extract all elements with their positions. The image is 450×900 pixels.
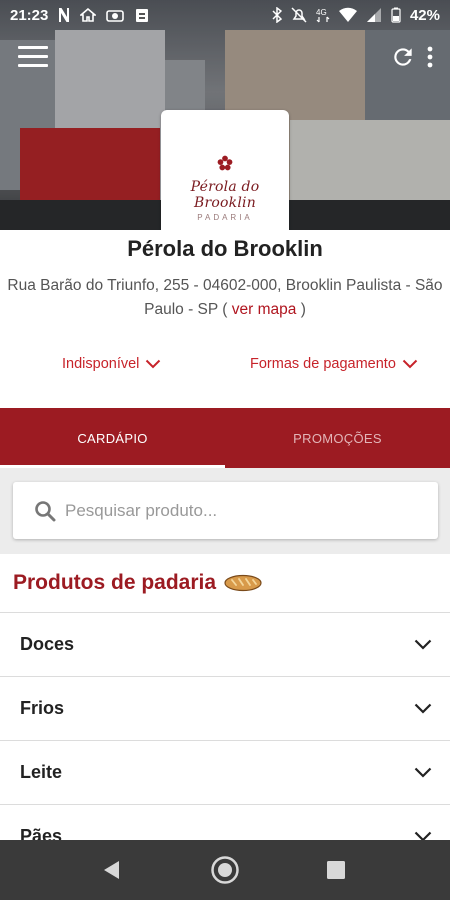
chevron-down-icon	[414, 703, 432, 714]
section-title: Produtos de padaria	[13, 571, 217, 594]
status-time: 21:23	[10, 6, 49, 24]
flower-logo-icon	[217, 155, 233, 171]
refresh-button[interactable]	[390, 44, 416, 70]
payment-methods-dropdown[interactable]: Formas de pagamento	[250, 356, 418, 372]
store-name: Pérola do Brooklin	[127, 236, 323, 261]
recents-icon[interactable]	[327, 861, 345, 879]
chevron-down-icon	[402, 359, 418, 369]
store-logo: Pérola do Brooklin PADARIA	[161, 110, 289, 230]
store-address-close: )	[300, 301, 306, 318]
menu-button[interactable]	[18, 46, 48, 70]
more-options-button[interactable]	[424, 44, 436, 70]
payment-methods-label: Formas de pagamento	[250, 356, 396, 372]
category-list: Doces Frios Leite Pães	[0, 612, 450, 868]
availability-label: Indisponível	[62, 356, 140, 372]
bluetooth-icon	[272, 7, 282, 23]
data-4g-icon: 4G	[316, 8, 330, 23]
store-header-banner: Pérola do Brooklin PADARIA	[0, 0, 450, 230]
category-label: Leite	[20, 762, 63, 782]
battery-icon	[391, 7, 401, 23]
section-header: Produtos de padaria	[0, 554, 450, 612]
signal-icon	[366, 8, 381, 22]
search-icon	[35, 500, 56, 521]
logo-text: Pérola do Brooklin	[190, 179, 260, 211]
wifi-icon	[338, 7, 357, 23]
category-label: Frios	[20, 698, 65, 718]
bread-icon	[224, 574, 262, 592]
clipboard-icon	[136, 9, 149, 22]
chevron-down-icon	[414, 639, 432, 650]
store-info: Pérola do Brooklin Rua Barão do Triunfo,…	[0, 230, 450, 408]
camera-icon	[106, 10, 125, 22]
search-area	[0, 468, 450, 554]
more-vertical-icon	[427, 46, 433, 68]
availability-dropdown[interactable]: Indisponível	[62, 356, 161, 372]
category-item-doces[interactable]: Doces	[0, 612, 450, 676]
home-icon	[80, 7, 97, 22]
search-box[interactable]	[13, 482, 438, 539]
store-address: Rua Barão do Triunfo, 255 - 04602-000, B…	[0, 274, 450, 322]
tab-bar: CARDÁPIO PROMOÇÕES	[0, 408, 450, 468]
category-item-leite[interactable]: Leite	[0, 740, 450, 804]
battery-percent: 42%	[409, 6, 440, 24]
chevron-down-icon	[414, 767, 432, 778]
tab-cardapio[interactable]: CARDÁPIO	[0, 408, 225, 468]
logo-subtext: PADARIA	[197, 213, 253, 222]
category-label: Doces	[20, 634, 75, 654]
n-icon	[59, 8, 70, 22]
status-bar: 21:23 4G 42%	[0, 0, 450, 30]
android-navigation-bar	[0, 840, 450, 900]
view-map-link[interactable]: ver mapa	[232, 301, 297, 318]
chevron-down-icon	[146, 359, 161, 369]
category-item-frios[interactable]: Frios	[0, 676, 450, 740]
refresh-icon	[394, 48, 412, 66]
tab-promocoes[interactable]: PROMOÇÕES	[225, 408, 450, 468]
back-icon[interactable]	[102, 860, 122, 880]
home-button-icon[interactable]	[210, 855, 240, 885]
mute-icon	[291, 7, 307, 23]
store-address-text: Rua Barão do Triunfo, 255 - 04602-000, B…	[7, 277, 443, 318]
svg-text:4G: 4G	[316, 8, 327, 17]
search-input[interactable]	[65, 500, 405, 521]
